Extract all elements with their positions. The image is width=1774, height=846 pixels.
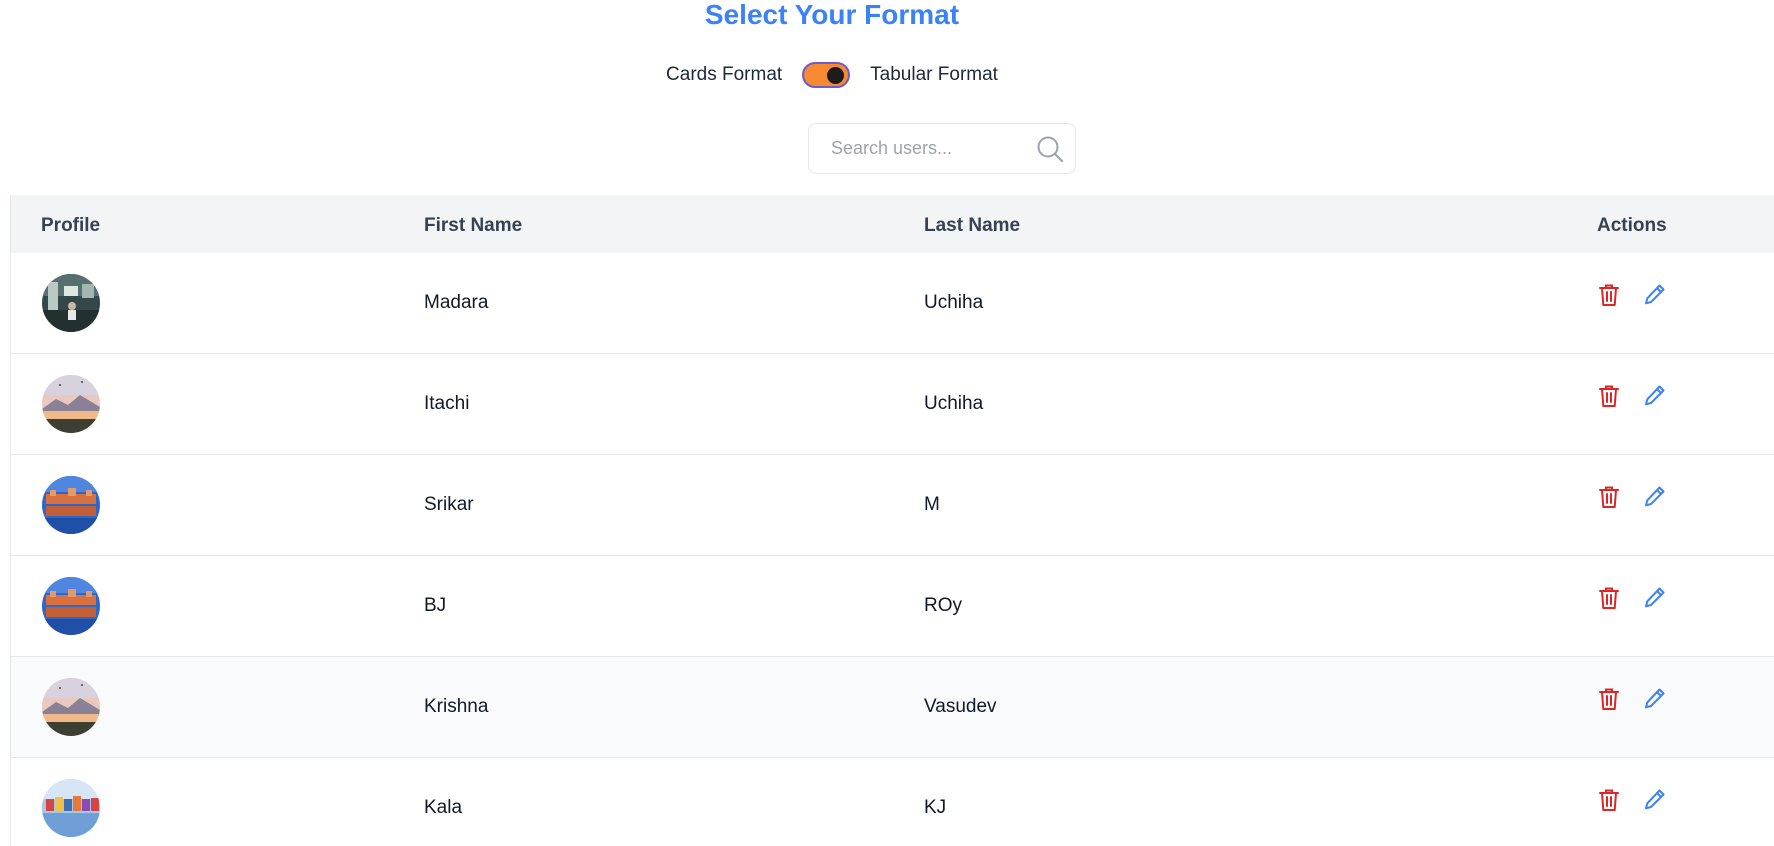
avatar xyxy=(42,476,100,534)
pencil-icon[interactable] xyxy=(1643,383,1667,409)
toggle-knob xyxy=(827,67,845,84)
page-title: Select Your Format xyxy=(704,0,960,30)
first-name-cell: Krishna xyxy=(424,696,489,717)
row-actions xyxy=(1597,585,1667,611)
first-name-cell: Itachi xyxy=(424,393,470,414)
avatar xyxy=(42,274,100,332)
format-toggle-row: Cards Format Tabular Format xyxy=(0,62,1664,88)
last-name-cell: KJ xyxy=(924,797,947,818)
table-row: Krishna Vasudev xyxy=(11,657,1774,758)
tabular-format-label: Tabular Format xyxy=(870,64,998,85)
pencil-icon[interactable] xyxy=(1643,484,1667,510)
table-row: Kala KJ xyxy=(11,758,1774,846)
table-row: Srikar M xyxy=(11,455,1774,556)
column-header-last-name: Last Name xyxy=(924,215,1021,236)
search-input[interactable] xyxy=(829,137,1035,160)
last-name-cell: Uchiha xyxy=(924,292,984,313)
users-table: Profile First Name Last Name Actions Mad… xyxy=(10,195,1774,846)
column-header-profile: Profile xyxy=(41,215,101,236)
avatar xyxy=(42,779,100,837)
search-box xyxy=(808,123,1076,174)
row-actions xyxy=(1597,383,1667,409)
pencil-icon[interactable] xyxy=(1643,686,1667,712)
table-header: Profile First Name Last Name Actions xyxy=(11,195,1774,253)
trash-icon[interactable] xyxy=(1597,484,1621,510)
avatar xyxy=(42,577,100,635)
trash-icon[interactable] xyxy=(1597,787,1621,813)
column-header-actions: Actions xyxy=(1597,215,1667,236)
table-body: Madara Uchiha Itachi Uchiha Srikar M BJ ROy Kris… xyxy=(11,253,1774,846)
row-actions xyxy=(1597,282,1667,308)
trash-icon[interactable] xyxy=(1597,282,1621,308)
first-name-cell: Madara xyxy=(424,292,489,313)
last-name-cell: Vasudev xyxy=(924,696,997,717)
table-row: Madara Uchiha xyxy=(11,253,1774,354)
last-name-cell: ROy xyxy=(924,595,962,616)
avatar xyxy=(42,375,100,433)
search-icon[interactable] xyxy=(1035,134,1065,164)
table-row: BJ ROy xyxy=(11,556,1774,657)
row-actions xyxy=(1597,484,1667,510)
format-toggle-switch[interactable] xyxy=(802,62,851,88)
pencil-icon[interactable] xyxy=(1643,282,1667,308)
table-row: Itachi Uchiha xyxy=(11,354,1774,455)
column-header-first-name: First Name xyxy=(424,215,523,236)
row-actions xyxy=(1597,787,1667,813)
first-name-cell: BJ xyxy=(424,595,447,616)
last-name-cell: Uchiha xyxy=(924,393,984,414)
pencil-icon[interactable] xyxy=(1643,787,1667,813)
trash-icon[interactable] xyxy=(1597,585,1621,611)
avatar xyxy=(42,678,100,736)
trash-icon[interactable] xyxy=(1597,383,1621,409)
trash-icon[interactable] xyxy=(1597,686,1621,712)
first-name-cell: Srikar xyxy=(424,494,474,515)
row-actions xyxy=(1597,686,1667,712)
cards-format-label: Cards Format xyxy=(666,64,783,85)
pencil-icon[interactable] xyxy=(1643,585,1667,611)
last-name-cell: M xyxy=(924,494,940,515)
first-name-cell: Kala xyxy=(424,797,463,818)
